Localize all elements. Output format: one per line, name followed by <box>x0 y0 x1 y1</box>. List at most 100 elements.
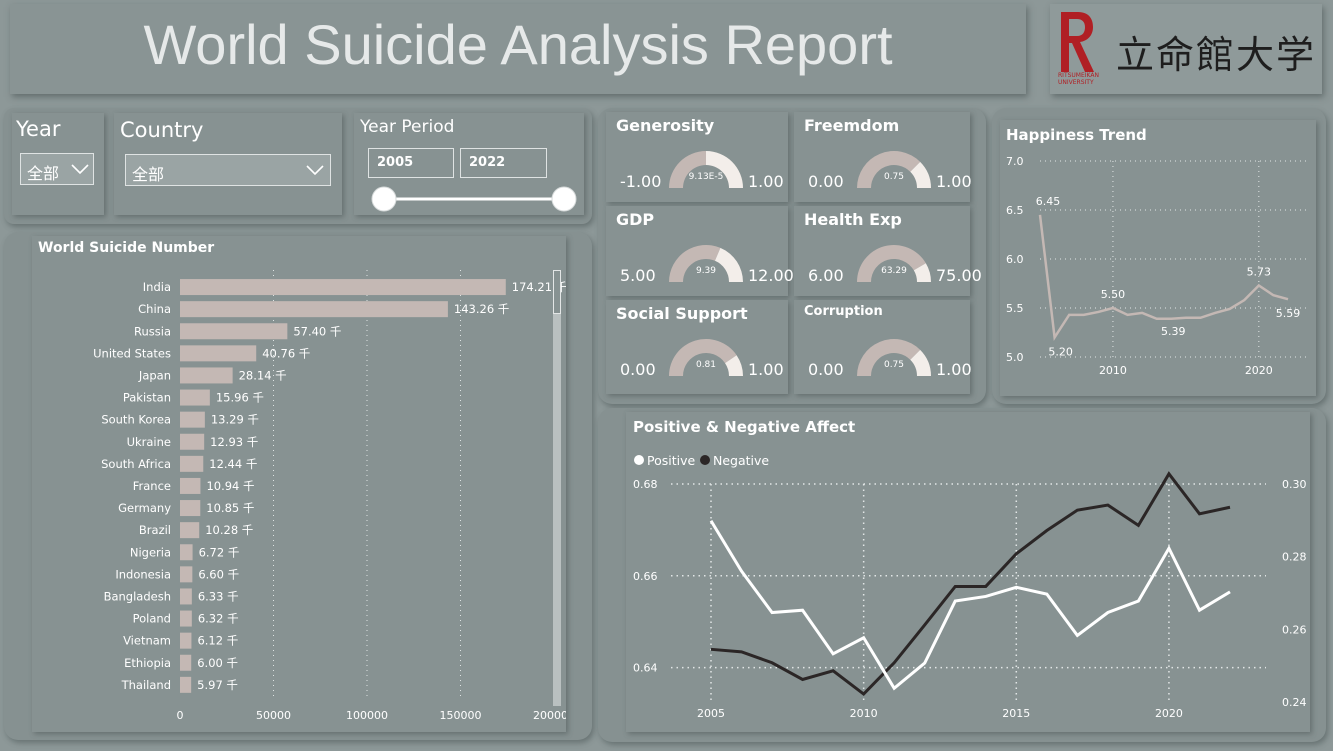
bar[interactable] <box>180 522 200 539</box>
ritsumeikan-r-logo-icon <box>1061 12 1094 72</box>
gauge-arc <box>857 339 931 376</box>
bar-data-label: 28.14 千 <box>239 368 287 382</box>
category-label: Nigeria <box>130 545 171 559</box>
gauge-title: Corruption <box>804 304 883 319</box>
x-tick-label: 2020 <box>1155 707 1183 720</box>
gauge-min-label: 6.00 <box>808 266 844 285</box>
period-start-input[interactable]: 2005 <box>368 148 454 178</box>
y-right-tick-label: 0.24 <box>1282 696 1307 709</box>
gauge-arc <box>857 151 931 188</box>
year-slicer-label: Year <box>16 117 61 141</box>
category-label: China <box>138 302 171 316</box>
category-label: Poland <box>133 612 171 626</box>
happiness-chart-title: Happiness Trend <box>1006 126 1147 144</box>
gauge-value-label: 9.13E-5 <box>688 172 724 182</box>
bar-data-label: 10.94 千 <box>206 479 254 493</box>
x-tick-label: 2015 <box>1002 707 1030 720</box>
bar[interactable] <box>180 566 193 583</box>
x-tick-label: 50000 <box>256 709 291 722</box>
y-tick-label: 6.0 <box>1006 253 1024 266</box>
chart-scrollbar[interactable] <box>553 270 561 706</box>
bar[interactable] <box>180 610 192 627</box>
bar[interactable] <box>180 345 257 362</box>
bar-data-label: 5.97 千 <box>197 678 238 692</box>
period-range-slider[interactable] <box>366 184 582 214</box>
year-dropdown-value: 全部 <box>27 164 60 183</box>
gauge-fill <box>857 245 926 282</box>
gauge-arc <box>669 151 743 188</box>
bar[interactable] <box>180 433 205 450</box>
gauge-value-label: 0.75 <box>883 172 905 182</box>
bar-data-label: 40.76 千 <box>262 346 310 360</box>
y-tick-label: 7.0 <box>1006 155 1024 168</box>
country-dropdown[interactable]: 全部 <box>125 154 331 186</box>
bar[interactable] <box>180 544 193 561</box>
bar[interactable] <box>180 676 192 693</box>
gauge-min-label: 5.00 <box>620 266 656 285</box>
bar[interactable] <box>180 389 210 406</box>
university-logo: RITSUMEIKAN UNIVERSITY 立命館大学 <box>1050 4 1322 94</box>
data-label: 6.45 <box>1036 195 1061 208</box>
y-right-tick-label: 0.28 <box>1282 551 1307 564</box>
report-title: World Suicide Analysis Report <box>143 13 893 76</box>
bar[interactable] <box>180 477 201 494</box>
chevron-down-icon <box>306 165 324 176</box>
gauge-max-label: 75.00 <box>936 266 982 285</box>
gauge-min-label: 0.00 <box>808 360 844 379</box>
y-left-tick-label: 0.68 <box>633 478 658 491</box>
legend-label-positive[interactable]: Positive <box>647 453 695 468</box>
bar[interactable] <box>180 654 192 671</box>
bar[interactable] <box>180 411 205 428</box>
category-label: South Africa <box>101 457 171 471</box>
x-tick-label: 200000 <box>533 709 566 722</box>
scrollbar-thumb[interactable] <box>553 270 561 314</box>
bar[interactable] <box>180 323 288 340</box>
x-tick-label: 0 <box>177 709 184 722</box>
bar[interactable] <box>180 301 448 318</box>
title-banner: World Suicide Analysis Report <box>10 4 1026 94</box>
x-tick-label: 100000 <box>346 709 388 722</box>
slider-handle-end[interactable] <box>551 186 577 212</box>
gauge-title: Social Support <box>616 304 748 323</box>
gauge-fill <box>669 245 721 282</box>
affect-line-chart: Positive Negative 0.68 0.66 0.64 0.30 0.28 0.26… <box>633 453 1307 720</box>
gauge-title: Health Exp <box>804 210 902 229</box>
bar[interactable] <box>180 279 506 296</box>
slider-handle-start[interactable] <box>371 186 397 212</box>
gauge-value-label: 0.81 <box>695 360 717 370</box>
legend-marker-negative <box>700 455 710 465</box>
bar[interactable] <box>180 500 201 517</box>
gauge-arc <box>669 245 743 282</box>
x-tick-label: 2010 <box>1099 364 1127 377</box>
data-label: 5.50 <box>1101 288 1126 301</box>
gauge-arc <box>669 339 743 376</box>
bar-data-label: 57.40 千 <box>293 324 341 338</box>
y-right-tick-label: 0.26 <box>1282 623 1307 636</box>
bar[interactable] <box>180 367 233 384</box>
y-right-tick-label: 0.30 <box>1282 478 1307 491</box>
year-dropdown[interactable]: 全部 <box>20 153 94 185</box>
bar[interactable] <box>180 632 192 649</box>
bar[interactable] <box>180 455 204 472</box>
category-label: India <box>143 280 171 294</box>
legend-label-negative[interactable]: Negative <box>713 453 769 468</box>
period-end-input[interactable]: 2022 <box>460 148 547 178</box>
category-label: Japan <box>138 368 171 382</box>
positive-affect-line[interactable] <box>709 519 1231 691</box>
gauge-max-label: 1.00 <box>936 360 972 379</box>
gauge-max-label: 12.00 <box>748 266 794 285</box>
bar-data-label: 6.60 千 <box>198 567 239 581</box>
bar-data-label: 6.00 千 <box>197 656 238 670</box>
gauge-title: Freemdom <box>804 116 900 135</box>
category-label: Bangladesh <box>104 589 171 603</box>
gauge-title: Generosity <box>616 116 715 135</box>
negative-affect-line[interactable] <box>710 471 1231 697</box>
legend-marker-positive <box>634 455 644 465</box>
bar-data-label: 10.28 千 <box>205 523 253 537</box>
bar[interactable] <box>180 588 192 605</box>
gauge-title: GDP <box>616 210 655 229</box>
chevron-down-icon <box>71 164 89 175</box>
logo-university-text: RITSUMEIKAN UNIVERSITY <box>1058 72 1099 86</box>
bar-data-label: 13.29 千 <box>211 413 259 427</box>
gauge-remainder <box>714 247 743 282</box>
